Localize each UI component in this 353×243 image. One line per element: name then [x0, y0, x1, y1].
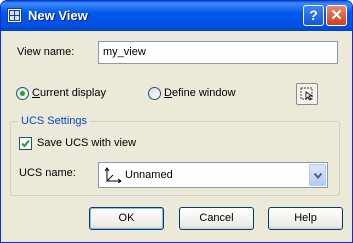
chevron-down-icon — [314, 173, 322, 179]
save-ucs-checkbox[interactable] — [19, 137, 32, 150]
view-name-label: View name: — [17, 46, 75, 58]
cancel-button[interactable]: Cancel — [179, 207, 254, 230]
ucs-settings-title: UCS Settings — [18, 115, 91, 127]
ok-button[interactable]: OK — [89, 207, 164, 230]
pick-window-button[interactable] — [296, 83, 318, 105]
close-button[interactable]: ✕ — [326, 5, 347, 26]
define-window-radio[interactable] — [148, 87, 161, 100]
ucs-axis-icon — [104, 167, 122, 183]
help-button[interactable]: Help — [268, 207, 343, 230]
current-display-label[interactable]: Current display — [32, 87, 106, 99]
current-display-radio[interactable] — [16, 87, 29, 100]
ucs-name-select[interactable]: Unnamed — [98, 162, 328, 188]
new-view-dialog: New View ? ✕ View name: my_view Current … — [0, 0, 353, 243]
radio-selected-dot — [20, 91, 25, 96]
define-window-label[interactable]: Define window — [164, 87, 236, 99]
save-ucs-label[interactable]: Save UCS with view — [37, 137, 136, 149]
pick-window-icon — [300, 87, 314, 101]
view-icon — [7, 8, 22, 23]
ucs-name-value: Unnamed — [125, 169, 173, 181]
view-name-input[interactable]: my_view — [98, 41, 338, 64]
help-title-button[interactable]: ? — [303, 5, 324, 26]
dropdown-arrow-button[interactable] — [309, 164, 326, 186]
checkmark-icon — [21, 139, 30, 148]
title-bar[interactable]: New View ? ✕ — [1, 1, 352, 31]
window-title: New View — [28, 8, 88, 23]
ucs-name-label: UCS name: — [19, 167, 76, 179]
